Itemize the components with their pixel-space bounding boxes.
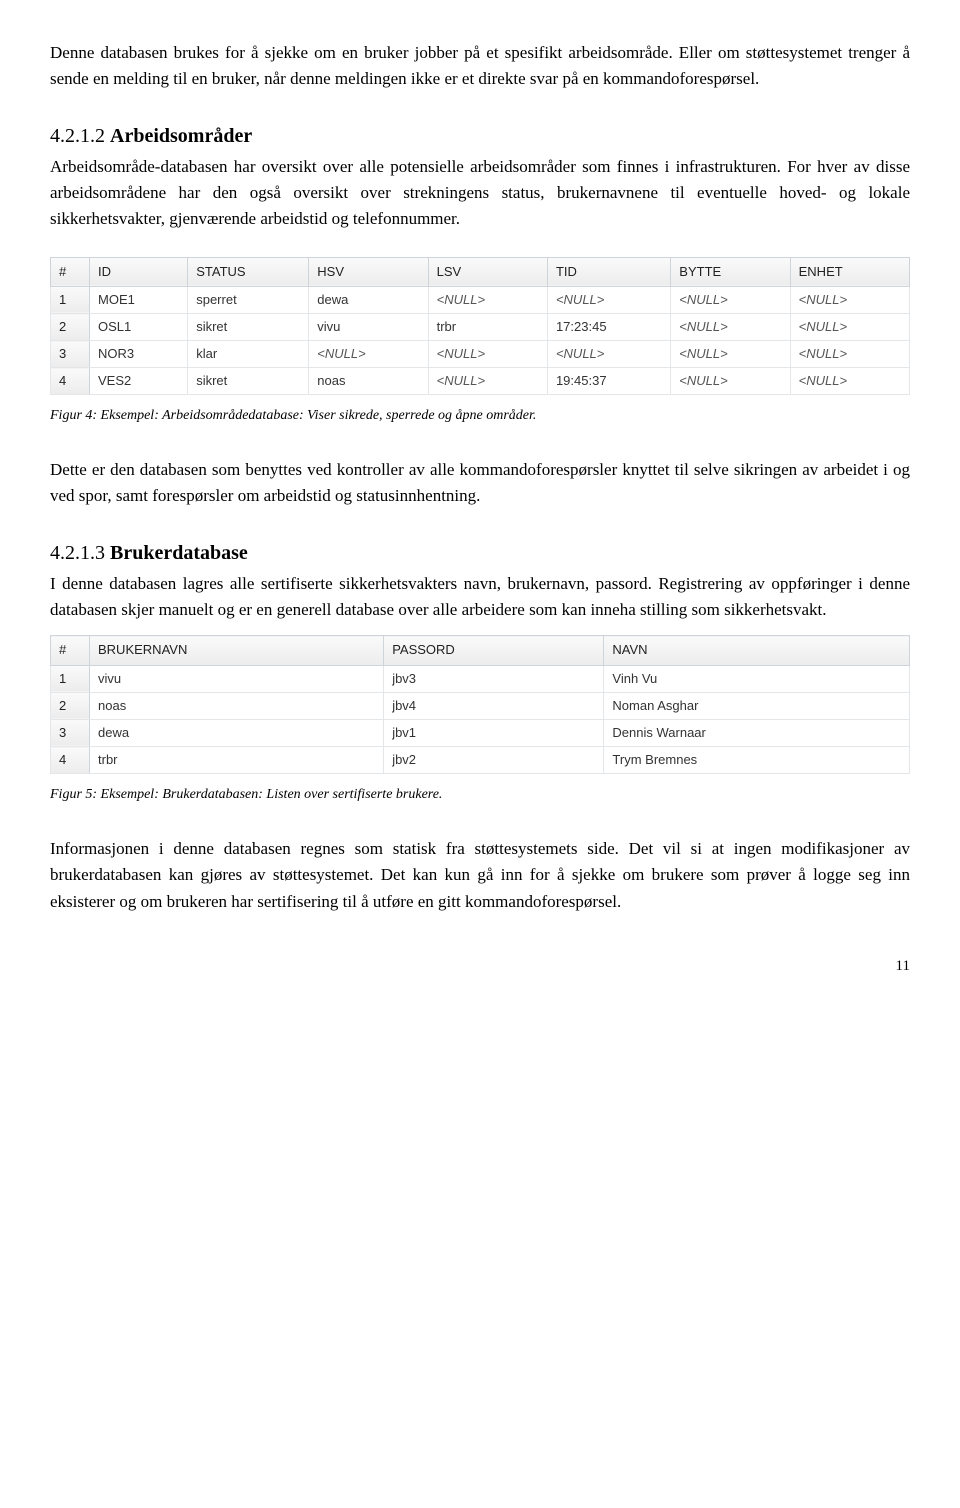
table-cell: NOR3 [90, 341, 188, 368]
table-row: 3dewajbv1Dennis Warnaar [51, 719, 910, 746]
table-cell: <NULL> [671, 286, 790, 313]
table-cell: 19:45:37 [547, 368, 670, 395]
table-header: # [51, 636, 90, 665]
table-cell: klar [188, 341, 309, 368]
page-number: 11 [50, 955, 910, 978]
table-row: 4trbrjbv2Trym Bremnes [51, 747, 910, 774]
table-cell: <NULL> [790, 341, 909, 368]
intro-paragraph: Denne databasen brukes for å sjekke om e… [50, 40, 910, 93]
table-cell: 17:23:45 [547, 314, 670, 341]
table-cell: sikret [188, 368, 309, 395]
table-cell: <NULL> [428, 286, 547, 313]
table-cell: 1 [51, 286, 90, 313]
table-header: ID [90, 257, 188, 286]
table-cell: <NULL> [790, 368, 909, 395]
table-cell: dewa [309, 286, 428, 313]
table-cell: <NULL> [309, 341, 428, 368]
table-row: 1vivujbv3Vinh Vu [51, 665, 910, 692]
table-cell: <NULL> [671, 314, 790, 341]
figure-4-caption: Figur 4: Eksempel: Arbeidsområdedatabase… [50, 405, 910, 427]
table-header: # [51, 257, 90, 286]
section-number: 4.2.1.3 [50, 542, 110, 564]
table-cell: 4 [51, 747, 90, 774]
table-cell: 2 [51, 314, 90, 341]
table-cell: <NULL> [790, 286, 909, 313]
sec1-paragraph-2: Dette er den databasen som benyttes ved … [50, 457, 910, 510]
table-row: 2OSL1sikretvivutrbr17:23:45<NULL><NULL> [51, 314, 910, 341]
section-heading-brukerdatabase: 4.2.1.3 Brukerdatabase [50, 538, 910, 569]
table-header: HSV [309, 257, 428, 286]
section-title: Brukerdatabase [110, 542, 248, 564]
table-cell: vivu [90, 665, 384, 692]
table-cell: sperret [188, 286, 309, 313]
table-cell: 1 [51, 665, 90, 692]
table-cell: <NULL> [790, 314, 909, 341]
table-header: LSV [428, 257, 547, 286]
table-cell: vivu [309, 314, 428, 341]
section-number: 4.2.1.2 [50, 125, 110, 147]
table-header: NAVN [604, 636, 910, 665]
table-header: BRUKERNAVN [90, 636, 384, 665]
figure-5-caption: Figur 5: Eksempel: Brukerdatabasen: List… [50, 784, 910, 806]
section-title: Arbeidsområder [110, 125, 252, 147]
table-cell: 4 [51, 368, 90, 395]
table-cell: jbv2 [384, 747, 604, 774]
table-cell: sikret [188, 314, 309, 341]
table-cell: OSL1 [90, 314, 188, 341]
table-header: PASSORD [384, 636, 604, 665]
table-arbeidsomrader: #IDSTATUSHSVLSVTIDBYTTEENHET 1MOE1sperre… [50, 257, 910, 396]
table-cell: MOE1 [90, 286, 188, 313]
table-cell: trbr [90, 747, 384, 774]
table-cell: trbr [428, 314, 547, 341]
table-cell: <NULL> [547, 286, 670, 313]
table-row: 1MOE1sperretdewa<NULL><NULL><NULL><NULL> [51, 286, 910, 313]
table-cell: <NULL> [671, 368, 790, 395]
table-cell: <NULL> [428, 368, 547, 395]
table-cell: Noman Asghar [604, 692, 910, 719]
table-cell: <NULL> [428, 341, 547, 368]
table-cell: <NULL> [671, 341, 790, 368]
table-header: STATUS [188, 257, 309, 286]
table-row: 4VES2sikretnoas<NULL>19:45:37<NULL><NULL… [51, 368, 910, 395]
sec1-paragraph-1: Arbeidsområde-databasen har oversikt ove… [50, 154, 910, 233]
table-cell: noas [90, 692, 384, 719]
table-cell: VES2 [90, 368, 188, 395]
section-heading-arbeidsomrader: 4.2.1.2 Arbeidsområder [50, 121, 910, 152]
table-cell: 3 [51, 341, 90, 368]
table-cell: Vinh Vu [604, 665, 910, 692]
table-cell: jbv1 [384, 719, 604, 746]
table-row: 2noasjbv4Noman Asghar [51, 692, 910, 719]
table-cell: 3 [51, 719, 90, 746]
table-cell: jbv3 [384, 665, 604, 692]
table-row: 3NOR3klar<NULL><NULL><NULL><NULL><NULL> [51, 341, 910, 368]
table-header: TID [547, 257, 670, 286]
sec2-paragraph-2: Informasjonen i denne databasen regnes s… [50, 836, 910, 915]
table-cell: <NULL> [547, 341, 670, 368]
table-cell: 2 [51, 692, 90, 719]
table-cell: Dennis Warnaar [604, 719, 910, 746]
table-header: BYTTE [671, 257, 790, 286]
table-brukerdatabase: #BRUKERNAVNPASSORDNAVN 1vivujbv3Vinh Vu2… [50, 635, 910, 774]
table-header: ENHET [790, 257, 909, 286]
table-cell: jbv4 [384, 692, 604, 719]
table-cell: noas [309, 368, 428, 395]
sec2-paragraph-1: I denne databasen lagres alle sertifiser… [50, 571, 910, 624]
table-cell: Trym Bremnes [604, 747, 910, 774]
table-cell: dewa [90, 719, 384, 746]
